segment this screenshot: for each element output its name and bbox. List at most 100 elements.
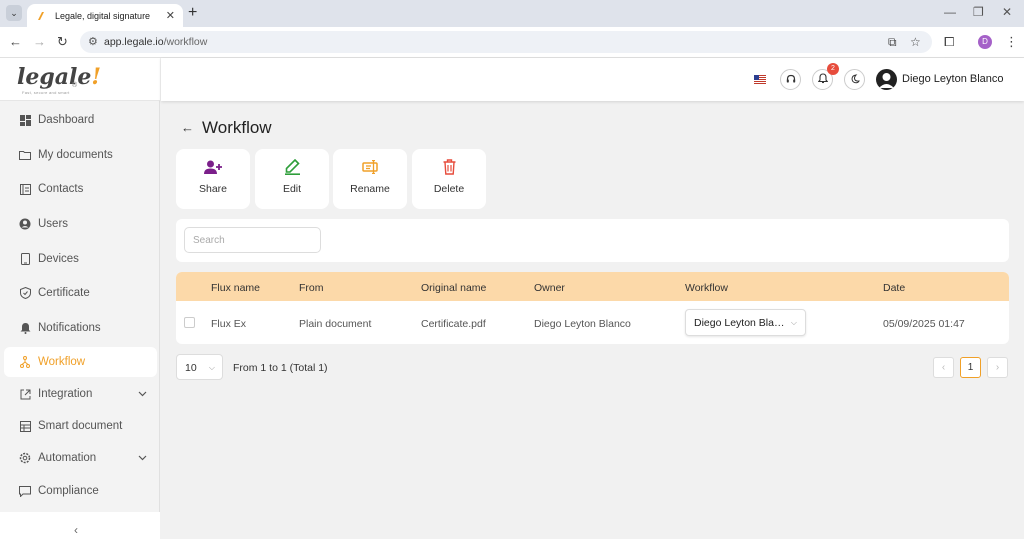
external-link-icon bbox=[18, 387, 32, 401]
chat-icon bbox=[18, 484, 32, 498]
sidebar-item-smart-document[interactable]: Smart document bbox=[4, 411, 157, 441]
sidebar-item-label: My documents bbox=[38, 149, 113, 161]
browser-address-bar: ← → ↻ ⚙ app.legale.io/workflow ⧉ ☆ ⧠ D ⋮ bbox=[0, 27, 1024, 58]
close-tab-icon[interactable]: ✕ bbox=[166, 9, 175, 22]
sidebar-item-automation[interactable]: Automation bbox=[4, 443, 157, 473]
url-path: /workflow bbox=[163, 36, 208, 48]
next-page-button[interactable]: › bbox=[987, 357, 1008, 378]
logo-tagline: Fast, secure and smart bbox=[22, 90, 70, 95]
browser-menu-icon[interactable]: ⋮ bbox=[1005, 34, 1018, 50]
legale-favicon-icon bbox=[35, 10, 47, 22]
delete-button[interactable]: Delete bbox=[412, 149, 486, 209]
row-checkbox[interactable] bbox=[184, 317, 195, 328]
bookmark-star-icon[interactable]: ☆ bbox=[910, 35, 921, 49]
sidebar-footer bbox=[0, 512, 160, 539]
sidebar-item-label: Notifications bbox=[38, 322, 101, 334]
cell-flux-name: Flux Ex bbox=[211, 318, 247, 330]
new-tab-button[interactable]: + bbox=[188, 4, 197, 22]
rename-icon bbox=[362, 158, 378, 176]
chevron-down-icon: ⌵ bbox=[208, 363, 215, 372]
sidebar-item-label: Integration bbox=[38, 388, 93, 400]
column-header-original-name[interactable]: Original name bbox=[421, 282, 486, 294]
column-header-owner[interactable]: Owner bbox=[534, 282, 565, 294]
chevron-down-icon[interactable] bbox=[138, 388, 147, 400]
column-header-date[interactable]: Date bbox=[883, 282, 905, 294]
prev-page-button[interactable]: ‹ bbox=[933, 357, 954, 378]
sidebar-item-label: Contacts bbox=[38, 183, 84, 195]
sidebar-item-label: Compliance bbox=[38, 485, 99, 497]
sidebar-item-users[interactable]: Users bbox=[4, 209, 157, 239]
profile-avatar[interactable]: D bbox=[978, 35, 992, 49]
sidebar-item-my-documents[interactable]: My documents bbox=[4, 140, 157, 170]
column-header-flux-name[interactable]: Flux name bbox=[211, 282, 260, 294]
sidebar-item-label: Automation bbox=[38, 452, 97, 464]
page-button-current[interactable]: 1 bbox=[960, 357, 981, 378]
collapse-sidebar-icon[interactable]: ‹ bbox=[74, 523, 78, 537]
user-name[interactable]: Diego Leyton Blanco bbox=[902, 73, 1004, 85]
page-size-select[interactable]: 10 ⌵ bbox=[176, 354, 223, 380]
forward-nav-icon[interactable]: → bbox=[33, 34, 46, 49]
us-flag-icon[interactable] bbox=[754, 75, 766, 84]
pencil-icon bbox=[284, 158, 300, 176]
support-button[interactable] bbox=[780, 69, 801, 90]
sidebar-item-label: Smart document bbox=[38, 420, 123, 432]
device-icon bbox=[18, 252, 32, 266]
extensions-icon[interactable]: ⧠ bbox=[944, 34, 954, 50]
sidebar-item-compliance[interactable]: Compliance bbox=[4, 476, 157, 506]
rename-button[interactable]: Rename bbox=[333, 149, 407, 209]
page-size-value: 10 bbox=[185, 362, 197, 374]
logo-text: legale bbox=[17, 64, 92, 90]
headset-icon bbox=[786, 73, 796, 87]
user-icon bbox=[18, 217, 32, 231]
url-field[interactable]: ⚙ app.legale.io/workflow ⧉ ☆ bbox=[80, 31, 932, 53]
chevron-down-icon[interactable] bbox=[138, 452, 147, 464]
sidebar-item-notifications[interactable]: Notifications bbox=[4, 313, 157, 343]
sidebar-item-certificate[interactable]: Certificate bbox=[4, 278, 157, 308]
workflow-select[interactable]: Diego Leyton Blanc... ⌵ bbox=[685, 309, 806, 336]
cell-original-name: Certificate.pdf bbox=[421, 318, 486, 330]
browser-tab[interactable]: Legale, digital signature ✕ bbox=[27, 4, 183, 27]
app-header: 2 Diego Leyton Blanco bbox=[161, 58, 1024, 101]
document-grid-icon bbox=[18, 419, 32, 433]
sidebar-item-label: Certificate bbox=[38, 287, 90, 299]
table-header: Flux name From Original name Owner Workf… bbox=[176, 272, 1009, 301]
sidebar-item-label: Users bbox=[38, 218, 69, 230]
sidebar-item-dashboard[interactable]: Dashboard bbox=[4, 105, 157, 135]
user-avatar[interactable] bbox=[876, 69, 897, 90]
close-window-button[interactable]: ✕ bbox=[1002, 5, 1012, 19]
share-button[interactable]: Share bbox=[176, 149, 250, 209]
tab-title: Legale, digital signature bbox=[55, 10, 151, 21]
folder-icon bbox=[18, 148, 32, 162]
workflow-table: Flux name From Original name Owner Workf… bbox=[176, 272, 1009, 344]
sidebar-item-devices[interactable]: Devices bbox=[4, 244, 157, 274]
page-title: Workflow bbox=[202, 118, 272, 137]
add-user-icon bbox=[204, 158, 222, 176]
cast-icon[interactable]: ⧉ bbox=[888, 35, 897, 50]
logo-registered: ® bbox=[72, 82, 78, 89]
minimize-window-button[interactable]: — bbox=[944, 5, 956, 19]
logo[interactable]: legale! ® Fast, secure and smart bbox=[0, 58, 160, 101]
sidebar-item-integration[interactable]: Integration bbox=[4, 379, 157, 409]
sidebar-item-workflow[interactable]: Workflow bbox=[4, 347, 157, 377]
back-arrow-icon[interactable]: ← bbox=[181, 120, 194, 135]
gear-icon bbox=[18, 451, 32, 465]
sidebar: legale! ® Fast, secure and smart Dashboa… bbox=[0, 58, 160, 539]
workflow-icon bbox=[18, 355, 32, 369]
sidebar-item-contacts[interactable]: Contacts bbox=[4, 174, 157, 204]
theme-toggle-button[interactable] bbox=[844, 69, 865, 90]
column-header-from[interactable]: From bbox=[299, 282, 324, 294]
edit-button[interactable]: Edit bbox=[255, 149, 329, 209]
reload-icon[interactable]: ↻ bbox=[57, 34, 68, 50]
sidebar-item-label: Dashboard bbox=[38, 114, 95, 126]
tab-search-button[interactable]: ⌄ bbox=[6, 5, 22, 21]
back-nav-icon[interactable]: ← bbox=[9, 34, 22, 49]
cell-from: Plain document bbox=[299, 318, 372, 330]
site-info-icon[interactable]: ⚙ bbox=[88, 35, 98, 48]
restore-window-button[interactable]: ❐ bbox=[973, 5, 984, 19]
sidebar-item-label: Workflow bbox=[38, 356, 86, 368]
cell-date: 05/09/2025 01:47 bbox=[883, 318, 965, 330]
search-input[interactable] bbox=[184, 227, 321, 253]
url-host: app.legale.io bbox=[104, 36, 164, 48]
column-header-workflow[interactable]: Workflow bbox=[685, 282, 728, 294]
delete-label: Delete bbox=[433, 183, 465, 195]
